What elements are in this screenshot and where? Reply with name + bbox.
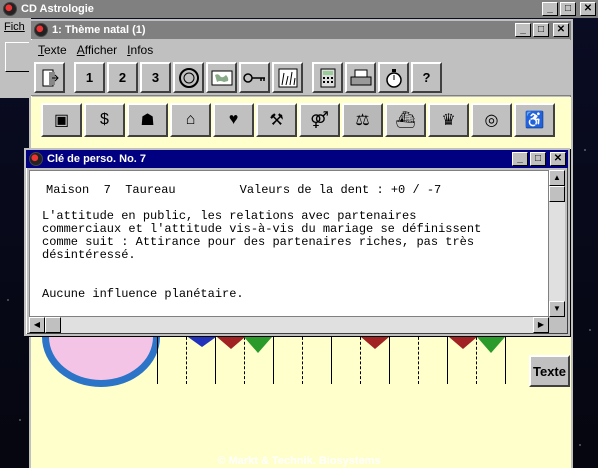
page-1-label: 1 <box>85 70 94 85</box>
chart-line <box>331 332 332 384</box>
vertical-scrollbar[interactable]: ▲ ▼ <box>549 170 565 317</box>
child-title: 1: Thème natal (1) <box>52 24 146 36</box>
child-window-controls: _ □ ✕ <box>515 23 569 37</box>
house-buttons: ▣ $ ☗ ⌂ ♥ ⚒ ⚤ ⚖ ⛴ ♛ ◎ ♿ <box>41 103 555 137</box>
chart-line <box>157 332 158 384</box>
close-icon[interactable]: ✕ <box>553 23 569 37</box>
heart-icon[interactable]: ♥ <box>213 103 254 137</box>
partners-icon[interactable]: ⚤ <box>299 103 340 137</box>
scroll-thumb[interactable] <box>45 317 61 333</box>
planetary-influence: Aucune influence planétaire. <box>42 287 244 301</box>
chart-line <box>505 332 506 384</box>
close-icon[interactable]: ✕ <box>550 152 566 166</box>
chart-dash <box>418 332 419 384</box>
page-1-icon[interactable]: 1 <box>74 62 105 93</box>
person-card-icon[interactable]: ▣ <box>41 103 82 137</box>
help-label: ? <box>422 70 431 85</box>
stopwatch-icon[interactable] <box>378 62 409 93</box>
printer-icon[interactable] <box>345 62 376 93</box>
marker-blue <box>188 337 216 347</box>
page-3-label: 3 <box>151 70 160 85</box>
menu-texte[interactable]: Texte <box>38 43 67 57</box>
minimize-icon[interactable]: _ <box>512 152 528 166</box>
page-2-icon[interactable]: 2 <box>107 62 138 93</box>
calculator-icon[interactable] <box>312 62 343 93</box>
siblings-icon[interactable]: ☗ <box>127 103 168 137</box>
marker-green <box>244 337 272 353</box>
world-map-icon[interactable] <box>206 62 237 93</box>
minimize-icon[interactable]: _ <box>542 2 558 16</box>
dialog-title-bar: Clé de perso. No. 7 _ □ ✕ <box>26 150 568 168</box>
horizontal-scrollbar[interactable]: ◀ ▶ <box>29 317 549 333</box>
house-sign: Maison 7 Taureau <box>46 183 176 197</box>
globe-friends-icon[interactable]: ◎ <box>471 103 512 137</box>
ship-icon[interactable]: ⛴ <box>385 103 426 137</box>
interpretation-text: L'attitude en public, les relations avec… <box>42 209 482 262</box>
person-sitting-icon[interactable]: ♿ <box>514 103 555 137</box>
page-3-icon[interactable]: 3 <box>140 62 171 93</box>
scroll-right-icon[interactable]: ▶ <box>533 317 549 333</box>
marker-red <box>361 337 389 349</box>
scroll-thumb[interactable] <box>549 186 565 202</box>
app-menubar: Fich <box>0 18 31 38</box>
scales-icon[interactable]: ⚖ <box>342 103 383 137</box>
maximize-icon[interactable]: □ <box>530 152 546 166</box>
dialog-header-line: Maison 7 Taureau Valeurs de la dent : +0… <box>46 184 548 197</box>
marker-red <box>449 337 477 349</box>
crown-icon[interactable]: ♛ <box>428 103 469 137</box>
maximize-icon[interactable]: □ <box>560 2 576 16</box>
app-title-bar: CD Astrologie _ □ ✕ <box>0 0 598 18</box>
dialog-logo-icon[interactable] <box>29 152 43 166</box>
marker-green <box>477 337 505 353</box>
app-title: CD Astrologie <box>21 3 94 15</box>
texte-button[interactable]: Texte <box>529 355 570 387</box>
marker-red <box>217 337 245 349</box>
app-window-controls: _ □ ✕ <box>542 2 596 16</box>
child-logo-icon[interactable] <box>34 23 48 37</box>
chart-line <box>389 332 390 384</box>
close-icon[interactable]: ✕ <box>580 2 596 16</box>
copyright-footer: © Markt & Technik. Biosystems <box>217 455 381 467</box>
maximize-icon[interactable]: □ <box>533 23 549 37</box>
menu-fichier[interactable]: Fich <box>4 21 25 33</box>
main-toolbar: 1 2 3 ? <box>31 60 571 96</box>
chart-line <box>273 332 274 384</box>
house-icon[interactable]: ⌂ <box>170 103 211 137</box>
key-icon[interactable] <box>239 62 270 93</box>
dialog-window-controls: _ □ ✕ <box>512 152 566 166</box>
minimize-icon[interactable]: _ <box>515 23 531 37</box>
child-title-bar: 1: Thème natal (1) _ □ ✕ <box>31 21 571 39</box>
chart-dash <box>302 332 303 384</box>
menu-afficher[interactable]: Afficher <box>77 43 117 57</box>
scroll-left-icon[interactable]: ◀ <box>29 317 45 333</box>
app-logo-icon[interactable] <box>3 2 17 16</box>
dent-values: Valeurs de la dent : +0 / -7 <box>239 183 442 197</box>
dialog-text-area[interactable]: Maison 7 Taureau Valeurs de la dent : +0… <box>29 170 549 317</box>
money-bag-icon[interactable]: $ <box>84 103 125 137</box>
chart-dash <box>186 332 187 384</box>
wheel-icon[interactable] <box>173 62 204 93</box>
child-menubar: Texte Afficher Infos <box>31 40 571 60</box>
bar-chart-icon[interactable] <box>272 62 303 93</box>
page-2-label: 2 <box>118 70 127 85</box>
app-exit-button[interactable] <box>5 42 30 72</box>
scroll-down-icon[interactable]: ▼ <box>549 301 565 317</box>
menu-infos[interactable]: Infos <box>127 43 153 57</box>
exit-door-icon[interactable] <box>34 62 65 93</box>
help-icon[interactable]: ? <box>411 62 442 93</box>
resize-grip[interactable] <box>549 317 565 333</box>
scroll-up-icon[interactable]: ▲ <box>549 170 565 186</box>
chart-line <box>447 332 448 384</box>
tools-icon[interactable]: ⚒ <box>256 103 297 137</box>
dialog-title: Clé de perso. No. 7 <box>47 153 147 165</box>
